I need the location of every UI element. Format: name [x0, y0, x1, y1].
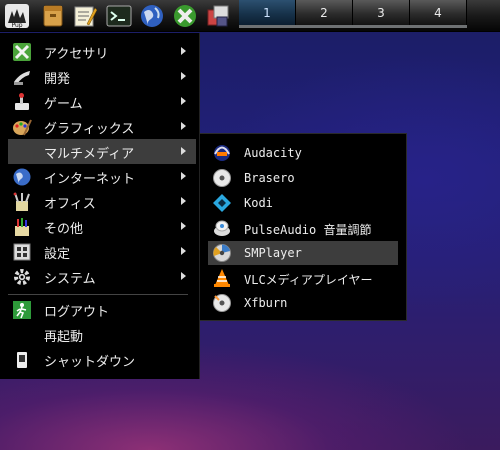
internet-icon — [12, 167, 32, 187]
submenu-arrow-icon — [181, 72, 186, 80]
xfburn-icon — [212, 293, 232, 313]
volume-control-icon — [212, 218, 232, 238]
menu-item-settings[interactable]: 設定 — [8, 239, 196, 264]
submenu-arrow-icon — [181, 247, 186, 255]
submenu-item-xfburn[interactable]: Xfburn — [208, 291, 398, 315]
submenu-item-pulseaudio[interactable]: PulseAudio 音量調節 — [208, 216, 398, 240]
submenu-arrow-icon — [181, 47, 186, 55]
xfce-tools-icon[interactable] — [170, 2, 200, 30]
kodi-icon — [212, 193, 232, 213]
submenu-arrow-icon — [181, 222, 186, 230]
submenu-arrow-icon — [181, 122, 186, 130]
text-editor-icon[interactable] — [70, 2, 100, 30]
submenu-arrow-icon — [181, 97, 186, 105]
workspace-2[interactable]: 2 — [296, 0, 353, 25]
smplayer-icon — [212, 243, 232, 263]
menu-item-graphics[interactable]: グラフィックス — [8, 114, 196, 139]
workspace-3[interactable]: 3 — [353, 0, 410, 25]
settings-icon — [12, 242, 32, 262]
system-icon — [12, 267, 32, 287]
menu-item-other[interactable]: その他 — [8, 214, 196, 239]
workspace-4[interactable]: 4 — [410, 0, 467, 25]
submenu-item-brasero[interactable]: Brasero — [208, 166, 398, 190]
application-menu: アクセサリ 開発 ゲーム グラフィックス マルチメディア インターネット オフィ… — [0, 33, 200, 379]
audacity-icon — [212, 143, 232, 163]
multimedia-icon — [12, 142, 32, 162]
games-icon — [12, 92, 32, 112]
office-icon — [12, 192, 32, 212]
menu-item-internet[interactable]: インターネット — [8, 164, 196, 189]
package-manager-icon[interactable] — [203, 2, 233, 30]
menu-item-development[interactable]: 開発 — [8, 64, 196, 89]
accessories-icon — [12, 42, 32, 62]
vlc-icon — [212, 268, 232, 288]
submenu-arrow-icon — [181, 172, 186, 180]
submenu-arrow-icon — [181, 197, 186, 205]
shutdown-icon — [12, 350, 32, 370]
submenu-item-vlc[interactable]: VLCメディアプレイヤー — [208, 266, 398, 290]
other-icon — [12, 217, 32, 237]
menu-item-accessories[interactable]: アクセサリ — [8, 39, 196, 64]
puppy-logo-icon[interactable]: Pup — [2, 2, 32, 30]
svg-text:Pup: Pup — [11, 22, 22, 29]
submenu-item-audacity[interactable]: Audacity — [208, 141, 398, 165]
multimedia-submenu: Audacity Brasero Kodi PulseAudio 音量調節 SM… — [200, 133, 407, 321]
submenu-item-kodi[interactable]: Kodi — [208, 191, 398, 215]
workspace-1[interactable]: 1 — [239, 0, 296, 25]
menu-item-system[interactable]: システム — [8, 264, 196, 289]
menu-item-shutdown[interactable]: シャットダウン — [8, 347, 196, 372]
brasero-icon — [212, 168, 232, 188]
submenu-item-smplayer[interactable]: SMPlayer — [208, 241, 398, 265]
workspace-switcher: 1 2 3 4 — [239, 0, 467, 28]
menu-item-logout[interactable]: ログアウト — [8, 297, 196, 322]
top-panel: Pup 1 2 3 4 — [0, 0, 500, 32]
graphics-icon — [12, 117, 32, 137]
logout-icon — [12, 300, 32, 320]
menu-item-games[interactable]: ゲーム — [8, 89, 196, 114]
menu-item-office[interactable]: オフィス — [8, 189, 196, 214]
submenu-arrow-icon — [181, 147, 186, 155]
web-browser-icon[interactable] — [137, 2, 167, 30]
development-icon — [12, 67, 32, 87]
submenu-arrow-icon — [181, 272, 186, 280]
menu-item-reboot[interactable]: 再起動 — [8, 322, 196, 347]
menu-separator — [8, 294, 188, 295]
terminal-icon[interactable] — [104, 2, 134, 30]
menu-item-multimedia[interactable]: マルチメディア — [8, 139, 196, 164]
box-icon[interactable] — [38, 2, 68, 30]
